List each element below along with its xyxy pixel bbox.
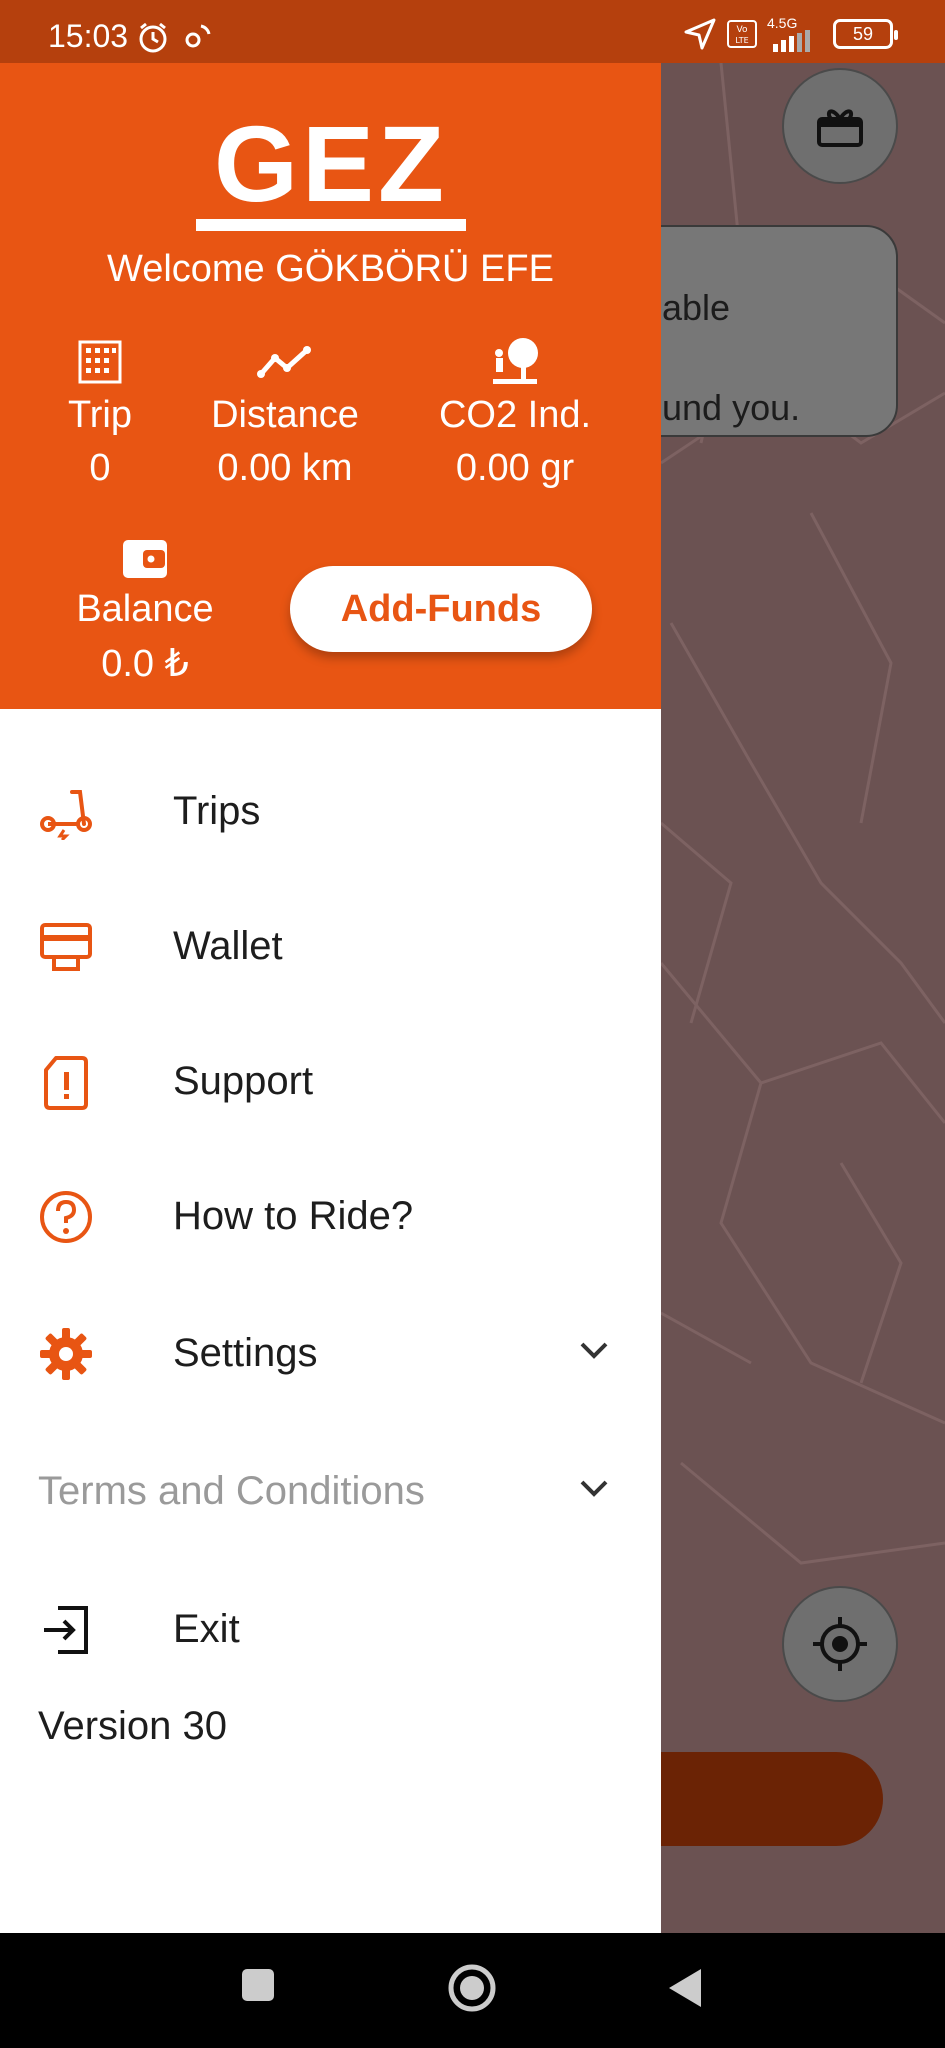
stat-distance: Distance 0.00 km	[190, 338, 380, 490]
menu-item-terms[interactable]: Terms and Conditions	[0, 1439, 661, 1539]
status-bar: 15:03 Vo LTE 4.5G 59	[0, 0, 945, 63]
drawer-header: GEZ Welcome GÖKBÖRÜ EFE Trip 0 Distance …	[0, 63, 661, 709]
gez-logo: GEZ	[196, 103, 466, 231]
app-version: Version 30	[38, 1704, 228, 1748]
location-arrow-icon	[684, 18, 716, 50]
navigation-drawer: GEZ Welcome GÖKBÖRÜ EFE Trip 0 Distance …	[0, 63, 661, 1933]
card-icon	[40, 923, 92, 971]
question-circle-icon	[40, 1191, 92, 1243]
menu-label-trips: Trips	[173, 789, 261, 833]
welcome-text: Welcome GÖKBÖRÜ EFE	[107, 248, 554, 290]
menu-item-wallet[interactable]: Wallet	[0, 894, 661, 994]
stat-co2-value: 0.00 gr	[455, 447, 575, 489]
stat-distance-value: 0.00 km	[217, 447, 353, 489]
menu-label-exit: Exit	[173, 1607, 240, 1651]
crosshair-icon	[813, 1617, 867, 1671]
stat-balance: Balance 0.0 ₺	[60, 536, 230, 686]
alarm-icon	[139, 22, 167, 53]
back-button[interactable]	[667, 1967, 703, 2009]
chevron-down-icon	[580, 1342, 608, 1359]
tooltip-line-1: able	[662, 287, 731, 328]
exit-icon	[44, 1606, 88, 1654]
menu-item-exit[interactable]: Exit	[0, 1577, 661, 1677]
status-time: 15:03	[48, 18, 129, 54]
battery-level: 59	[852, 23, 874, 44]
stat-trip-value: 0	[89, 447, 111, 489]
menu-item-trips[interactable]: Trips	[0, 759, 661, 859]
stat-distance-label: Distance	[211, 394, 359, 436]
volte-icon: Vo LTE	[727, 20, 757, 48]
stat-balance-label: Balance	[76, 588, 214, 630]
wireless-share-icon	[185, 24, 211, 48]
menu-label-wallet: Wallet	[173, 924, 283, 968]
menu-item-support[interactable]: Support	[0, 1029, 661, 1129]
calculator-icon	[78, 340, 122, 384]
stat-balance-value: 0.0 ₺	[101, 643, 189, 685]
locate-me-button[interactable]	[782, 1586, 898, 1702]
menu-label-settings: Settings	[173, 1331, 318, 1375]
line-chart-icon	[257, 346, 311, 378]
chevron-down-icon	[580, 1480, 608, 1497]
scooter-icon	[40, 790, 92, 840]
battery-icon: 59	[833, 19, 898, 49]
stat-trip: Trip 0	[50, 338, 150, 490]
stat-trip-label: Trip	[67, 394, 133, 436]
recents-button[interactable]	[240, 1967, 276, 2003]
add-funds-button[interactable]: Add-Funds	[290, 566, 592, 652]
svg-text:GEZ: GEZ	[214, 103, 448, 224]
svg-text:Vo: Vo	[737, 25, 748, 35]
stat-co2: CO2 Ind. 0.00 gr	[420, 338, 610, 490]
tree-person-icon	[493, 338, 538, 384]
network-type: 4.5G	[767, 15, 798, 31]
menu-label-support: Support	[173, 1059, 314, 1103]
gift-button[interactable]	[782, 68, 898, 184]
app-screen: 15:03 Vo LTE 4.5G 59 able und you. GEZ W…	[0, 0, 945, 2048]
svg-text:LTE: LTE	[735, 36, 748, 45]
signal-icon	[773, 30, 810, 52]
menu-item-settings[interactable]: Settings	[0, 1301, 661, 1401]
alert-card-icon	[44, 1056, 88, 1110]
stat-co2-label: CO2 Ind.	[438, 394, 592, 436]
menu-item-how-to-ride[interactable]: How to Ride?	[0, 1164, 661, 1264]
wallet-icon	[123, 540, 167, 578]
system-nav-bar	[0, 1933, 945, 2048]
menu-label-how-to-ride: How to Ride?	[173, 1194, 414, 1238]
gift-icon	[817, 109, 863, 147]
home-button[interactable]	[447, 1963, 497, 2013]
menu-label-terms: Terms and Conditions	[38, 1469, 425, 1513]
tooltip-line-2: und you.	[662, 387, 801, 428]
gear-icon	[40, 1328, 92, 1380]
